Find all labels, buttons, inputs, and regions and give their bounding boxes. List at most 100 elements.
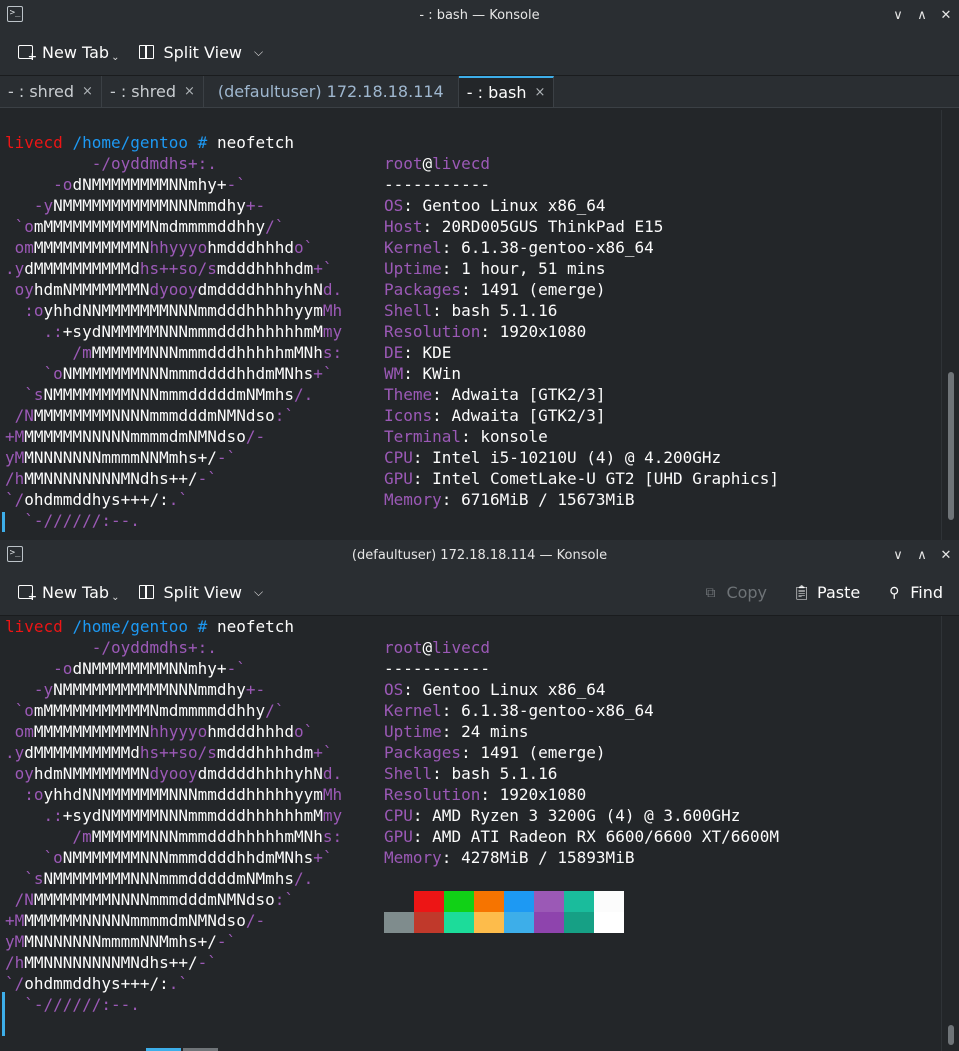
new-tab-button[interactable]: New Tab ⌄ <box>18 582 119 605</box>
paste-button[interactable]: 📋︎ Paste <box>793 583 860 602</box>
ascii-logo-segment: MMMMMMMMNNNNmmmdddmNMNdso <box>33 890 275 909</box>
chevron-down-icon[interactable]: ⌵ <box>254 45 263 60</box>
ascii-logo-segment: /` <box>265 701 285 720</box>
ascii-logo-row: `/ohdmmddhys+++/:.` <box>5 489 188 510</box>
scrollbar-thumb[interactable] <box>948 372 954 520</box>
tab-bash[interactable]: - : bash × <box>458 76 555 107</box>
maximize-icon[interactable]: ∧ <box>915 548 929 563</box>
tab-ssh-session[interactable]: (defaultuser) 172.18.18.114 <box>204 76 459 107</box>
ascii-logo-segment: +sydNMMMMMNNNmmmdddhhhhhhmM <box>62 322 323 341</box>
info-row: Resolution: 1920x1080 <box>384 785 587 804</box>
find-button[interactable]: ⚲ Find <box>886 583 943 602</box>
copy-button[interactable]: ⧉ Copy <box>702 583 767 602</box>
window-title: - : bash — Konsole <box>419 7 540 23</box>
close-icon[interactable]: ✕ <box>939 548 953 563</box>
color-swatch <box>414 891 444 912</box>
chevron-down-icon[interactable]: ⌄ <box>111 592 119 603</box>
ascii-logo-segment: MMNNNNNNNNMNdhs++/ <box>24 469 198 488</box>
tab-shred-2[interactable]: - : shred × <box>102 76 204 107</box>
ascii-logo-segment: -` <box>216 448 237 467</box>
title-bar[interactable]: >_ (defaultuser) 172.18.18.114 — Konsole… <box>0 540 959 570</box>
ascii-logo-segment: +M <box>5 911 25 930</box>
split-view-button[interactable]: Split View ⌵ <box>139 43 263 62</box>
info-key: Uptime <box>384 722 442 741</box>
info-row: DE: KDE <box>384 343 452 362</box>
terminal-output[interactable]: livecd /home/gentoo # neofetch -/oyddmdh… <box>0 616 941 1051</box>
paste-icon: 📋︎ <box>793 584 811 601</box>
info-value: Gentoo Linux x86_64 <box>422 196 606 215</box>
ascii-logo-row: `oNMMMMMMMNNNmmmddddhhdmMNhs+` <box>5 847 333 868</box>
ascii-logo-segment: yhhdNNMMMMMMMNNNmmdddhhhhhyym <box>43 785 323 804</box>
minimize-icon[interactable]: ∨ <box>891 548 905 563</box>
tab-close-icon[interactable]: × <box>82 84 93 99</box>
ascii-logo-segment: MMNNNNNNNNMNdhs++/ <box>24 953 198 972</box>
ascii-logo-segment: `s <box>5 869 44 888</box>
title-bar[interactable]: >_ - : bash — Konsole ∨ ∧ ✕ <box>0 0 959 30</box>
output-line: .ydMMMMMMMMMMdhs++so/smdddhhhhdm+` Packag… <box>0 742 941 763</box>
terminal-output[interactable]: livecd /home/gentoo # neofetch -/oyddmdh… <box>0 132 941 540</box>
minimize-icon[interactable]: ∨ <box>891 8 905 23</box>
tab-close-icon[interactable]: × <box>535 85 546 100</box>
ascii-logo-segment: `o <box>5 848 63 867</box>
ascii-logo-segment: mdddhhhhdm <box>216 259 314 278</box>
info-value: bash 5.1.16 <box>451 301 558 320</box>
ascii-logo-segment: oy <box>5 280 34 299</box>
scrollbar[interactable] <box>941 616 959 1051</box>
ascii-logo-row: -odNMMMMMMMMNNmhy+-` <box>5 174 246 195</box>
info-row: GPU: Intel CometLake-U GT2 [UHD Graphics… <box>384 469 779 488</box>
info-key: CPU <box>384 806 413 825</box>
ascii-logo-segment: /` <box>265 217 285 236</box>
ascii-logo-segment: MMMMMMMMNNNNmmmdddmNMNdso <box>33 406 275 425</box>
chevron-down-icon[interactable]: ⌵ <box>254 585 263 600</box>
chevron-down-icon[interactable]: ⌄ <box>111 52 119 63</box>
ascii-logo-segment: NMMMMMMMNNNmmmddddhhdmMNhs <box>62 848 314 867</box>
ascii-logo-segment: /m <box>5 343 92 362</box>
ascii-logo-row: -/oyddmdhs+:. <box>5 637 217 658</box>
output-line: `omMMMMMMMMMMMNmdmmmmddhhy/` Host: 20RD00… <box>0 216 941 237</box>
ascii-logo-segment: dyooy <box>149 280 198 299</box>
color-swatch <box>474 912 504 933</box>
output-line: :oyhhdNNMMMMMMMNNNmmdddhhhhhyymMh Resolut… <box>0 784 941 805</box>
ascii-logo-row: -yNMMMMMMMMMMMNNNmmdhy+- <box>5 679 265 700</box>
tab-shred-1[interactable]: - : shred × <box>0 76 102 107</box>
output-line: yMMNNNNNNNmmmmNNMmhs+/-` CPU: Intel i5-10… <box>0 447 941 468</box>
color-swatch <box>474 891 504 912</box>
info-key: WM <box>384 364 404 383</box>
ascii-logo-segment: /N <box>5 406 34 425</box>
output-line: /mMMMMMMNNNmmmdddhhhhhmMNhs: DE: KDE <box>0 342 941 363</box>
ascii-logo-row: :oyhhdNNMMMMMMMNNNmmdddhhhhhyymMh <box>5 300 342 321</box>
output-line: /hMMNNNNNNNNMNdhs++/-` GPU: Intel CometLa… <box>0 468 941 489</box>
color-swatch <box>504 912 534 933</box>
close-icon[interactable]: ✕ <box>939 8 953 23</box>
ascii-logo-segment: `-//////:--. <box>5 995 140 1014</box>
ascii-logo-segment: hs++so/s <box>139 743 217 762</box>
info-row: Resolution: 1920x1080 <box>384 322 587 341</box>
info-key: Kernel <box>384 238 442 257</box>
ascii-logo-row: yMMNNNNNNNmmmmNNMmhs+/-` <box>5 931 236 952</box>
ascii-logo-segment: hs++so/s <box>139 259 217 278</box>
maximize-icon[interactable]: ∧ <box>915 8 929 23</box>
ascii-logo-segment: MMMMMMNNNNNmmmmdmNMNdso <box>24 427 246 446</box>
scrollbar-thumb[interactable] <box>948 1025 954 1045</box>
ascii-logo-row: -yNMMMMMMMMMMMNNNmmdhy+- <box>5 195 265 216</box>
split-view-button[interactable]: Split View ⌵ <box>139 583 263 602</box>
new-tab-button[interactable]: New Tab ⌄ <box>18 42 119 65</box>
info-key: Host <box>384 217 423 236</box>
ascii-logo-segment: +` <box>313 848 333 867</box>
ascii-logo-row: `omMMMMMMMMMMMNmdmmmmddhhy/` <box>5 216 285 237</box>
ascii-logo-segment: .` <box>168 974 189 993</box>
ascii-logo-segment: :o <box>5 785 44 804</box>
output-line: -odNMMMMMMMMNNmhy+-` ----------- <box>0 658 941 679</box>
ascii-logo-row: .:+sydNMMMMMNNNmmmdddhhhhhhmMmy <box>5 805 343 826</box>
color-swatch <box>534 891 564 912</box>
tab-close-icon[interactable]: × <box>184 84 195 99</box>
ascii-logo-segment: `s <box>5 385 44 404</box>
scrollbar[interactable] <box>941 110 959 540</box>
info-row: OS: Gentoo Linux x86_64 <box>384 196 606 215</box>
output-line: `-//////:--. <box>0 510 941 531</box>
ascii-logo-segment: MNNNNNNNmmmmNNMmhs+/ <box>24 932 217 951</box>
info-key: Theme <box>384 385 433 404</box>
ascii-logo-segment: +` <box>313 259 333 278</box>
ascii-logo-segment: MMMMMMMMMMMN <box>33 238 150 257</box>
ascii-logo-segment: d. <box>322 764 343 783</box>
